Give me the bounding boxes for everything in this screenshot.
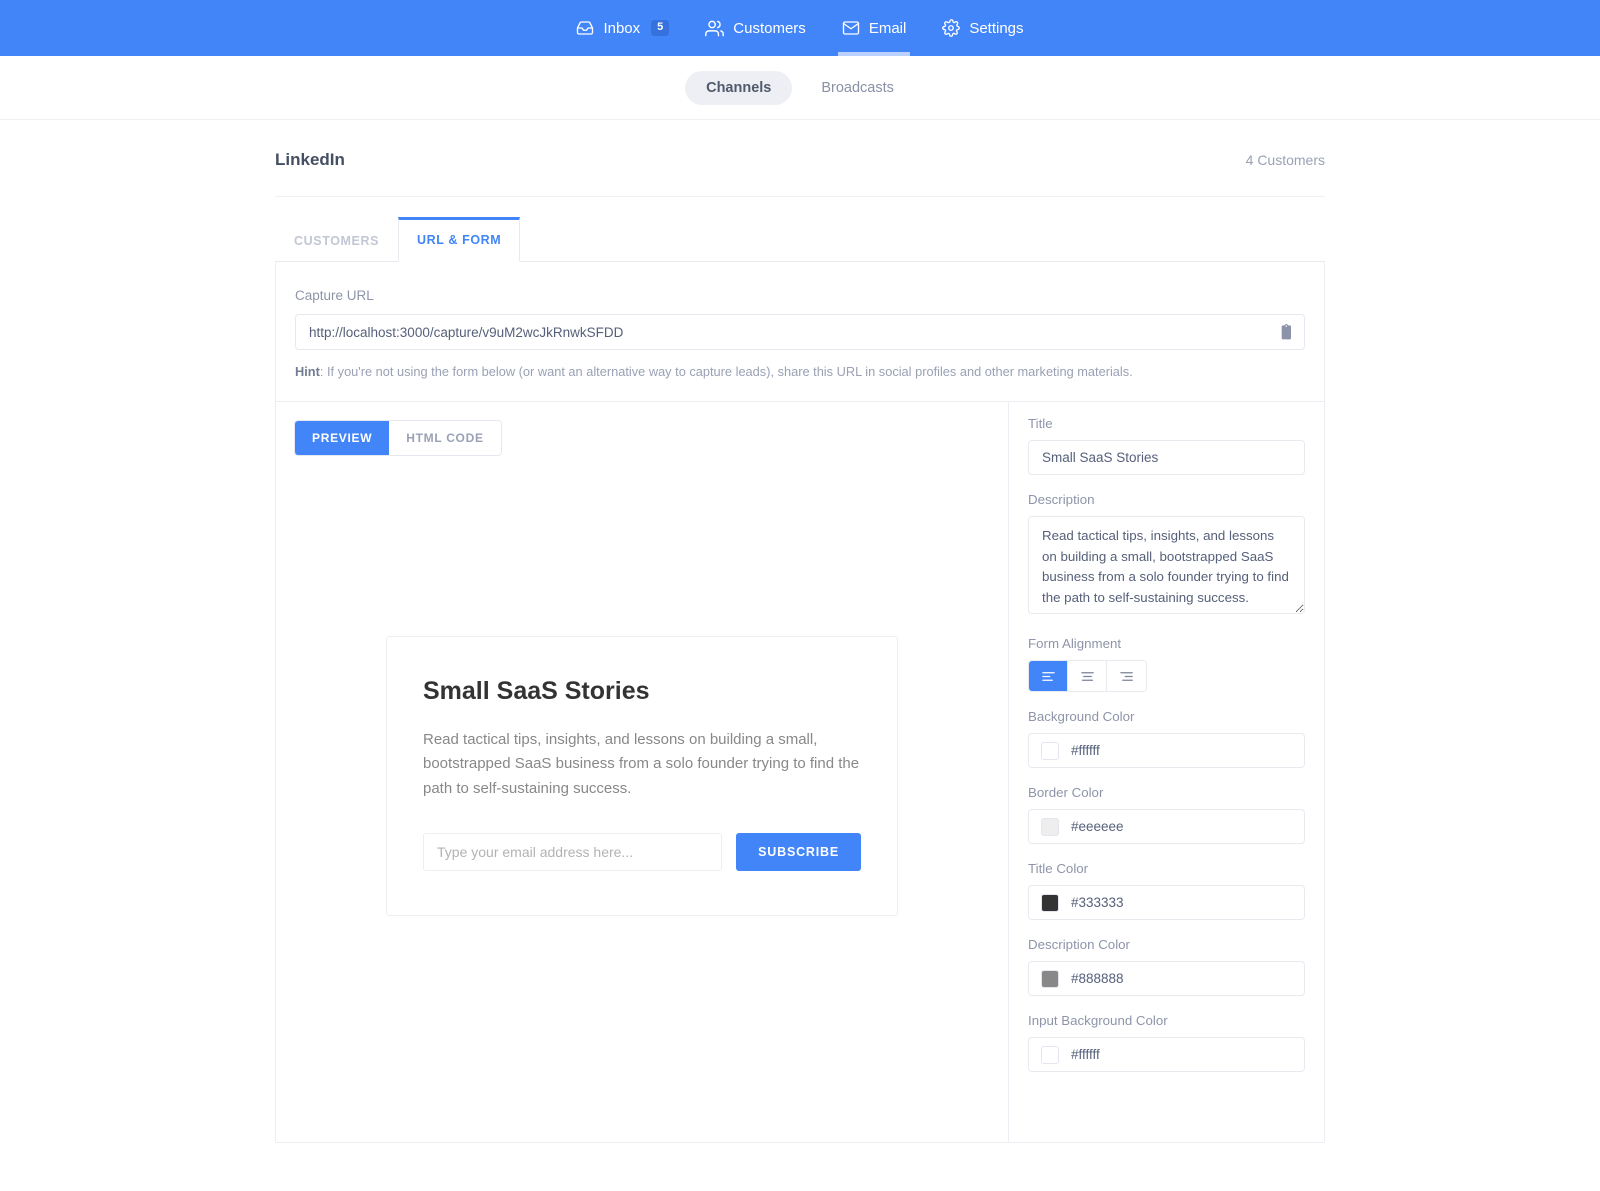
hint-text: : If you're not using the form below (or… <box>319 364 1133 379</box>
people-icon <box>705 19 725 38</box>
embed-form-row: SUBSCRIBE <box>423 832 861 871</box>
sub-navigation: Channels Broadcasts <box>0 56 1600 120</box>
align-left-icon[interactable] <box>1029 661 1068 691</box>
embed-email-input[interactable] <box>423 832 723 871</box>
setting-background-color-label: Background Color <box>1028 709 1135 724</box>
nav-item-settings[interactable]: Settings <box>924 0 1041 56</box>
subnav-tab-broadcasts[interactable]: Broadcasts <box>800 71 915 105</box>
setting-title-input[interactable] <box>1028 440 1305 475</box>
nav-item-customers[interactable]: Customers <box>687 0 824 56</box>
channel-tabs: CUSTOMERS URL & FORM <box>275 197 1325 262</box>
nav-item-label: Settings <box>969 19 1024 37</box>
background-color-field[interactable]: #ffffff <box>1028 733 1305 768</box>
envelope-icon <box>842 19 860 37</box>
html-code-mode-button[interactable]: HTML CODE <box>389 421 501 455</box>
color-value: #eeeeee <box>1071 819 1124 834</box>
top-navigation-bar: Inbox 5 Customers Email Settings <box>0 0 1600 56</box>
form-settings-panel: Title Description Form Alignment <box>1008 402 1324 1142</box>
inbox-badge-count: 5 <box>651 20 670 36</box>
clipboard-icon[interactable] <box>1279 324 1295 341</box>
form-builder-split: PREVIEW HTML CODE Small SaaS Stories Rea… <box>276 402 1324 1142</box>
setting-description-color-label: Description Color <box>1028 937 1130 952</box>
capture-url-input-wrap <box>295 314 1305 350</box>
color-swatch[interactable] <box>1041 893 1059 912</box>
color-swatch[interactable] <box>1041 969 1059 988</box>
setting-description-textarea[interactable] <box>1028 516 1305 614</box>
page-container: LinkedIn 4 Customers CUSTOMERS URL & FOR… <box>275 120 1325 1143</box>
title-color-field[interactable]: #333333 <box>1028 885 1305 920</box>
setting-border-color: Border Color #eeeeee <box>1028 785 1305 844</box>
nav-item-label: Email <box>868 19 907 37</box>
view-mode-toggle: PREVIEW HTML CODE <box>294 420 502 456</box>
url-and-form-card: Capture URL Hint: If you're not using th… <box>275 262 1325 1143</box>
setting-title-label: Title <box>1028 416 1053 431</box>
color-swatch[interactable] <box>1041 1045 1059 1064</box>
color-value: #ffffff <box>1071 743 1100 758</box>
color-value: #888888 <box>1071 971 1124 986</box>
setting-description-color: Description Color #888888 <box>1028 937 1305 996</box>
preview-column: PREVIEW HTML CODE Small SaaS Stories Rea… <box>276 402 1008 1142</box>
color-swatch[interactable] <box>1041 817 1059 836</box>
capture-url-hint: Hint: If you're not using the form below… <box>295 364 1305 379</box>
setting-input-background-color-label: Input Background Color <box>1028 1013 1168 1028</box>
capture-url-input[interactable] <box>295 314 1305 350</box>
alignment-button-group <box>1028 660 1147 692</box>
setting-title: Title <box>1028 416 1305 475</box>
preview-mode-button[interactable]: PREVIEW <box>295 421 390 455</box>
nav-item-label: Inbox <box>603 19 641 37</box>
input-background-color-field[interactable]: #ffffff <box>1028 1037 1305 1072</box>
page-header: LinkedIn 4 Customers <box>275 150 1325 197</box>
capture-url-block: Capture URL Hint: If you're not using th… <box>276 262 1324 402</box>
capture-url-label: Capture URL <box>295 288 374 303</box>
description-color-field[interactable]: #888888 <box>1028 961 1305 996</box>
setting-title-color: Title Color #333333 <box>1028 861 1305 920</box>
tab-customers[interactable]: CUSTOMERS <box>275 218 398 262</box>
setting-title-color-label: Title Color <box>1028 861 1089 876</box>
subnav-tab-channels[interactable]: Channels <box>685 70 793 105</box>
hint-strong: Hint <box>295 364 320 379</box>
gear-icon <box>942 19 961 37</box>
inbox-icon <box>576 19 594 37</box>
align-right-icon[interactable] <box>1107 661 1146 691</box>
page-title: LinkedIn <box>275 150 345 169</box>
align-center-icon[interactable] <box>1068 661 1107 691</box>
form-preview-stage: Small SaaS Stories Read tactical tips, i… <box>294 456 990 916</box>
setting-input-background-color: Input Background Color #ffffff <box>1028 1013 1305 1072</box>
setting-background-color: Background Color #ffffff <box>1028 709 1305 768</box>
setting-form-alignment-label: Form Alignment <box>1028 636 1122 651</box>
setting-form-alignment: Form Alignment <box>1028 636 1305 692</box>
setting-description-label: Description <box>1028 492 1095 507</box>
nav-item-label: Customers <box>733 19 806 37</box>
color-swatch[interactable] <box>1041 741 1059 760</box>
setting-border-color-label: Border Color <box>1028 785 1104 800</box>
color-value: #ffffff <box>1071 1047 1100 1062</box>
color-value: #333333 <box>1071 895 1124 910</box>
tab-url-and-form[interactable]: URL & FORM <box>398 217 521 262</box>
nav-item-inbox[interactable]: Inbox 5 <box>558 0 687 56</box>
embedded-signup-form: Small SaaS Stories Read tactical tips, i… <box>386 636 898 916</box>
embed-subscribe-button[interactable]: SUBSCRIBE <box>736 832 861 871</box>
embed-form-title: Small SaaS Stories <box>423 677 650 705</box>
setting-description: Description <box>1028 492 1305 619</box>
nav-item-email[interactable]: Email <box>824 0 925 56</box>
embed-form-description: Read tactical tips, insights, and lesson… <box>423 731 860 797</box>
customer-count: 4 Customers <box>1245 152 1325 168</box>
border-color-field[interactable]: #eeeeee <box>1028 809 1305 844</box>
